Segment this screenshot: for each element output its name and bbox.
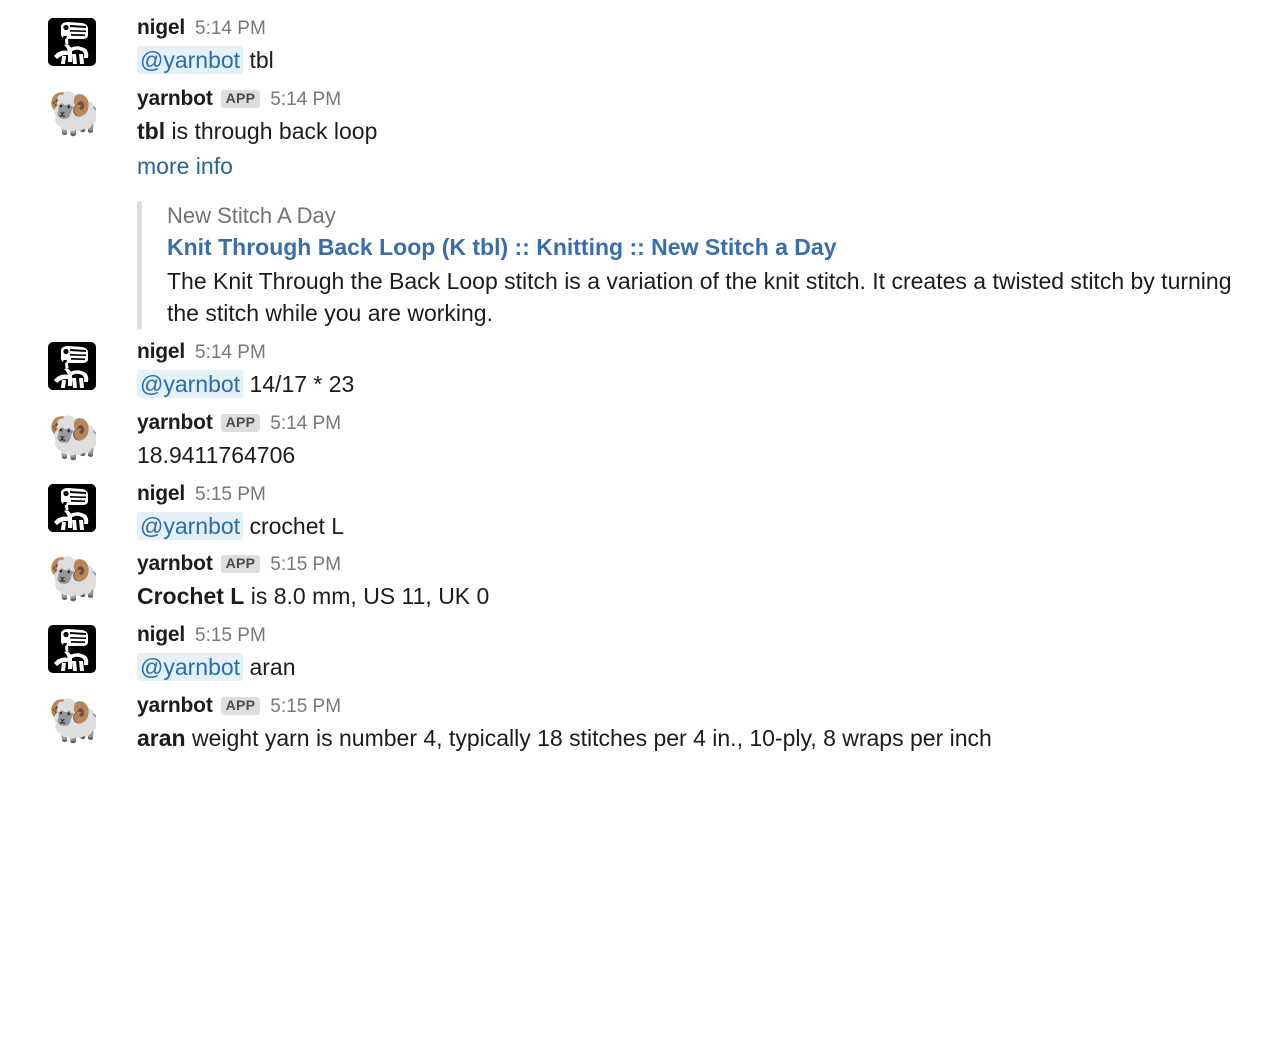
user-mention[interactable]: @yarnbot — [137, 511, 244, 540]
message-header: yarnbot APP 5:14 PM — [137, 409, 1278, 437]
user-mention[interactable]: @yarnbot — [137, 653, 244, 682]
message-text: Crochet L is 8.0 mm, US 11, UK 0 — [137, 581, 1247, 613]
trex-skeleton-avatar[interactable] — [48, 342, 96, 391]
message-bold-term: tbl — [137, 117, 166, 144]
trex-skeleton-avatar[interactable] — [48, 483, 96, 532]
message-author[interactable]: nigel — [137, 621, 185, 648]
message-text: @yarnbot tbl — [137, 45, 1247, 77]
message-body-text: 18.9411764706 — [137, 441, 296, 468]
message-row: nigel 5:15 PM @yarnbot crochet L — [0, 476, 1278, 547]
message-bold-term: Crochet L — [137, 583, 245, 610]
message-author[interactable]: yarnbot — [137, 409, 213, 436]
message-header: yarnbot APP 5:15 PM — [137, 692, 1278, 720]
attachment-title-link[interactable]: Knit Through Back Loop (K tbl) :: Knitti… — [167, 231, 1267, 264]
message-body-text: aran — [249, 654, 296, 681]
message-author[interactable]: nigel — [137, 480, 185, 507]
attachment-description: The Knit Through the Back Loop stitch is… — [167, 267, 1232, 327]
message-timestamp[interactable]: 5:14 PM — [270, 412, 341, 437]
message-header: yarnbot APP 5:15 PM — [137, 550, 1278, 578]
message-timestamp[interactable]: 5:14 PM — [195, 341, 266, 366]
attachment-service-name: New Stitch A Day — [167, 202, 336, 228]
message-timestamp[interactable]: 5:15 PM — [195, 483, 266, 508]
message-timestamp[interactable]: 5:14 PM — [270, 88, 341, 113]
ram-emoji-avatar[interactable]: 🐏 — [48, 554, 96, 602]
more-info-row: more info — [137, 150, 1278, 182]
more-info-link[interactable]: more info — [137, 153, 233, 179]
message-body-text: crochet L — [249, 512, 345, 539]
message-text: aran weight yarn is number 4, typically … — [137, 723, 1277, 755]
message-row: 🐏 yarnbot APP 5:14 PM 18.9411764706 — [0, 405, 1278, 476]
message-body-text: weight yarn is number 4, typically 18 st… — [185, 724, 992, 751]
message-header: yarnbot APP 5:14 PM — [137, 85, 1278, 113]
ram-emoji-avatar[interactable]: 🐏 — [48, 696, 96, 744]
message-timestamp[interactable]: 5:15 PM — [270, 553, 341, 578]
message-row: nigel 5:14 PM @yarnbot 14/17 * 23 — [0, 334, 1278, 405]
message-body-text: 14/17 * 23 — [249, 371, 355, 398]
message-text: 18.9411764706 — [137, 440, 1247, 472]
message-author[interactable]: yarnbot — [137, 85, 213, 112]
app-badge: APP — [220, 696, 261, 715]
message-header: nigel 5:15 PM — [137, 621, 1278, 649]
message-row: 🐏 yarnbot APP 5:15 PM Crochet L is 8.0 m… — [0, 546, 1278, 617]
ram-emoji-avatar[interactable]: 🐏 — [48, 413, 96, 461]
message-author[interactable]: nigel — [137, 338, 185, 365]
message-row: 🐏 yarnbot APP 5:15 PM aran weight yarn i… — [0, 688, 1278, 759]
message-bold-term: aran — [137, 724, 186, 751]
message-timestamp[interactable]: 5:15 PM — [195, 624, 266, 649]
link-attachment: New Stitch A Day Knit Through Back Loop … — [137, 200, 1267, 331]
message-author[interactable]: nigel — [137, 14, 185, 41]
message-body-text: is 8.0 mm, US 11, UK 0 — [244, 583, 490, 610]
message-timestamp[interactable]: 5:15 PM — [270, 695, 341, 720]
message-header: nigel 5:15 PM — [137, 480, 1278, 508]
message-text: @yarnbot aran — [137, 652, 1247, 684]
message-text: tbl is through back loop — [137, 116, 1247, 148]
message-row: nigel 5:15 PM @yarnbot aran — [0, 617, 1278, 688]
attachment-accent-bar — [137, 200, 142, 331]
trex-skeleton-avatar[interactable] — [48, 625, 96, 674]
message-header: nigel 5:14 PM — [137, 14, 1278, 42]
message-text: @yarnbot 14/17 * 23 — [137, 369, 1247, 401]
message-text: @yarnbot crochet L — [137, 511, 1247, 543]
message-timestamp[interactable]: 5:14 PM — [195, 17, 266, 42]
message-header: nigel 5:14 PM — [137, 338, 1278, 366]
message-list: nigel 5:14 PM @yarnbot tbl 🐏 yarnbot APP… — [0, 0, 1278, 1056]
message-body-text: is through back loop — [165, 117, 378, 144]
ram-emoji-avatar[interactable]: 🐏 — [48, 89, 96, 137]
app-badge: APP — [220, 555, 261, 574]
user-mention[interactable]: @yarnbot — [137, 370, 244, 399]
message-row: nigel 5:14 PM @yarnbot tbl — [0, 10, 1278, 81]
app-badge: APP — [220, 413, 261, 432]
message-row: 🐏 yarnbot APP 5:14 PM tbl is through bac… — [0, 81, 1278, 334]
app-badge: APP — [220, 89, 261, 108]
trex-skeleton-avatar[interactable] — [48, 18, 96, 66]
user-mention[interactable]: @yarnbot — [137, 46, 244, 74]
message-author[interactable]: yarnbot — [137, 692, 213, 719]
message-body-text: tbl — [249, 47, 274, 73]
message-author[interactable]: yarnbot — [137, 550, 213, 577]
